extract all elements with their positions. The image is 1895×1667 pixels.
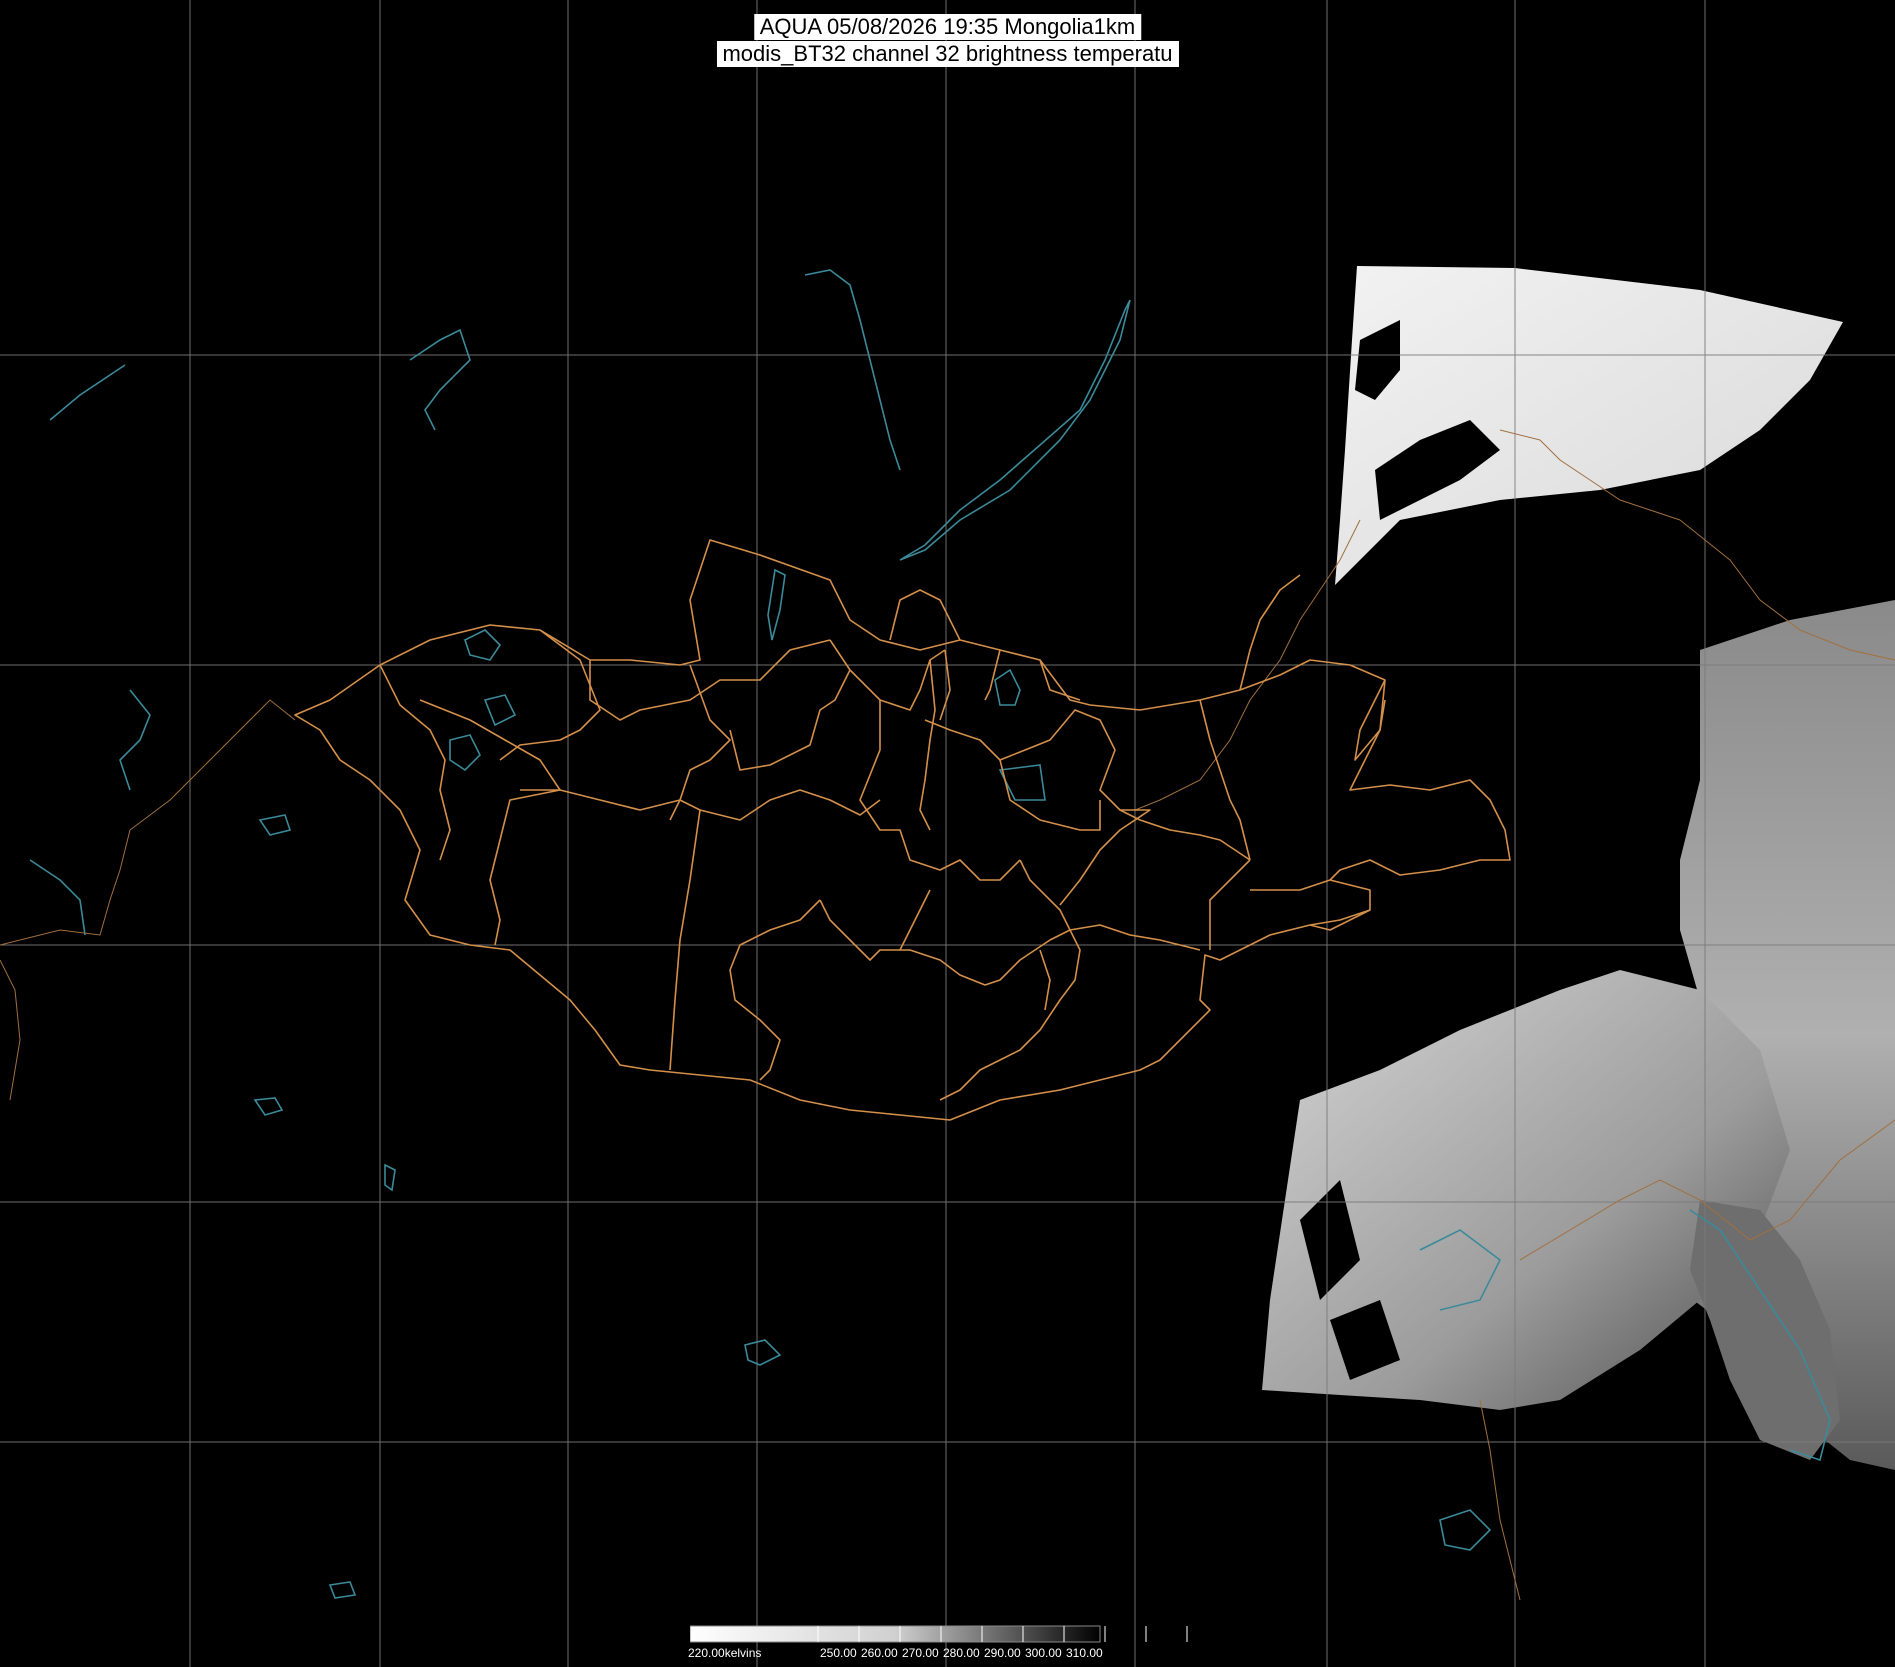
colorbar-tick-270: 270.00 [902,1646,939,1660]
satellite-map [0,0,1895,1667]
colorbar-tick-290: 290.00 [984,1646,1021,1660]
colorbar-gradient [690,1626,1100,1642]
colorbar-tick-280: 280.00 [943,1646,980,1660]
colorbar-tick-300: 300.00 [1025,1646,1062,1660]
colorbar-tick-260: 260.00 [861,1646,898,1660]
colorbar-tick-250: 250.00 [820,1646,857,1660]
colorbar-tick-310: 310.00 [1066,1646,1103,1660]
map-background [0,0,1895,1667]
title-line-2: modis_BT32 channel 32 brightness tempera… [716,41,1179,67]
title-line-1: AQUA 05/08/2026 19:35 Mongolia1km [753,14,1142,40]
colorbar-unit-label: 220.00kelvins [688,1646,762,1660]
